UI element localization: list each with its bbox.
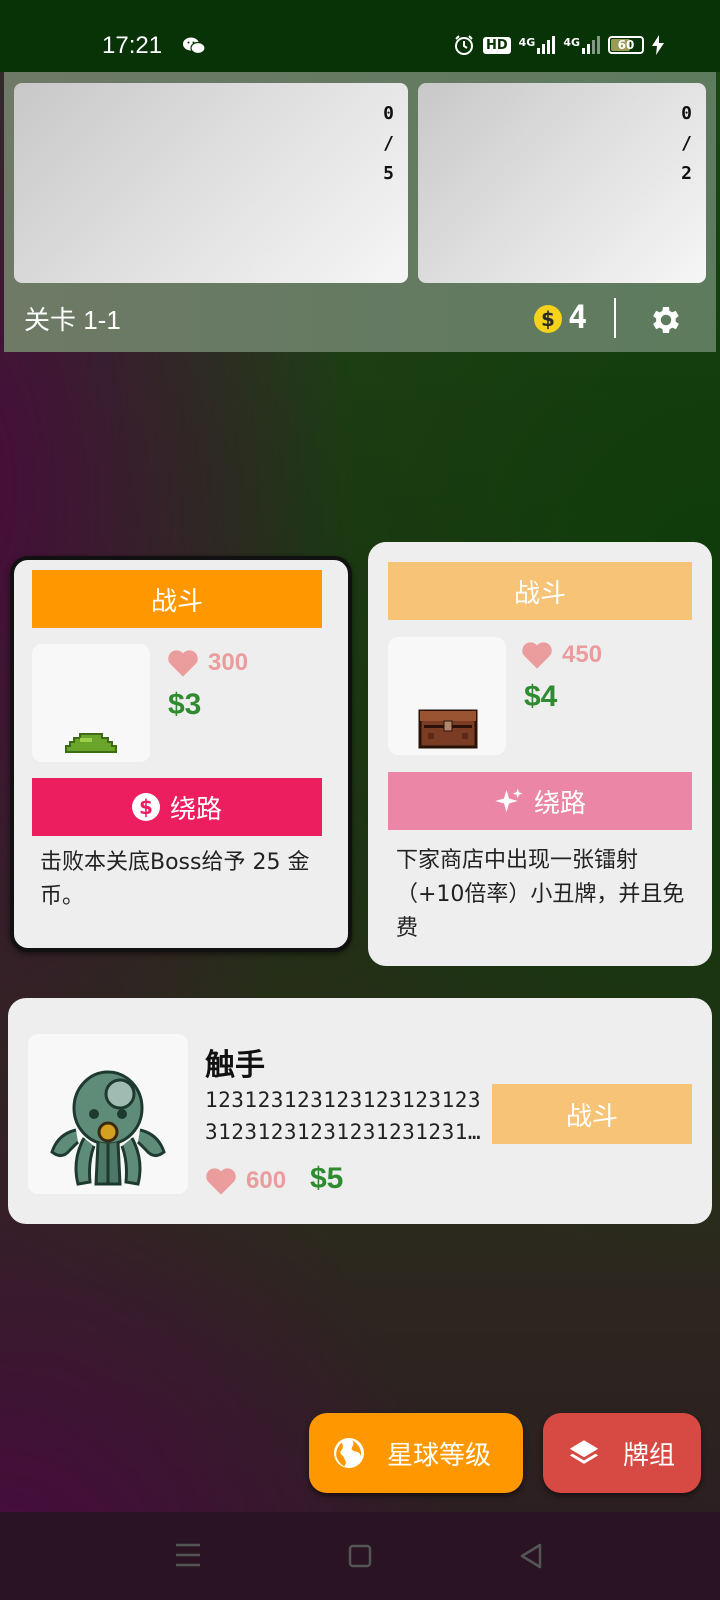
detour-label: 绕路 [533,788,586,819]
hd-icon: HD [482,36,511,54]
boss-portrait [28,1034,188,1194]
joker-slot-counter: 0 / 5 [383,105,394,183]
octopus-icon [50,1070,166,1186]
slot-separator: / [383,133,394,154]
route-card-big-blind[interactable]: 战斗 450 $4 绕路 下家商店中出现一张镭射（+10倍率）小丑牌，并且免费 [368,542,712,966]
battery-level: 60 [617,38,635,52]
hp-value: 300 [208,649,249,676]
detour-button[interactable]: 绕路 [388,772,692,830]
boss-description-line: 312312312312312312312… [205,1120,485,1144]
boss-hp: 600 [204,1166,286,1196]
planet-level-button[interactable]: 星球等级 [309,1413,523,1493]
coin-count: 4 [568,298,588,336]
reward-money: $4 [524,680,558,713]
menu-icon[interactable] [174,1542,202,1568]
slot-separator: / [681,133,692,154]
alarm-icon [454,35,473,55]
home-icon[interactable] [348,1544,372,1568]
system-nav-bar [0,1512,720,1600]
fight-button[interactable]: 战斗 [388,562,692,620]
network-type-label: 4G [518,36,536,49]
joker-slot-box[interactable]: 0 / 5 [14,83,408,283]
heart-icon [206,1168,236,1195]
detour-description: 下家商店中出现一张镭射（+10倍率）小丑牌，并且免费 [396,848,685,941]
charging-icon [652,35,664,55]
boss-fight-button[interactable]: 战斗 [492,1084,692,1144]
coin-icon: $ [534,305,562,333]
boss-description-line: 123123123123123123123 [205,1088,482,1112]
status-icons: HD 4G 4G 60 [453,34,664,56]
enemy-portrait [32,644,150,762]
sparkle-icon [495,788,523,813]
wechat-icon [183,37,206,55]
planet-level-label: 星球等级 [387,1440,492,1471]
hp-value: 600 [246,1167,287,1194]
detour-description: 击败本关底Boss给予 25 金币。 [40,850,310,909]
network-type-label: 4G [563,36,580,49]
slime-icon [65,733,117,753]
heart-icon [168,650,198,677]
reward-money: $3 [168,688,202,721]
route-card-small-blind[interactable]: 战斗 300 $3 $ 绕路 击败本关底Boss给予 25 金币。 [10,556,352,952]
boss-name: 触手 [205,1048,265,1083]
status-time: 17:21 [102,32,163,59]
slot-current: 0 [383,103,394,124]
chest-monster-icon [418,709,478,749]
back-icon[interactable] [518,1542,544,1570]
globe-icon [334,1438,364,1468]
consumable-slot-box[interactable]: 0 / 2 [418,83,706,283]
slot-total: 5 [383,163,394,184]
coin-dollar-icon: $ [131,793,160,821]
detour-button[interactable]: $ 绕路 [32,778,322,836]
signal-4g-icon: 4G [519,36,556,54]
boss-description: 123123123123123123123 312312312312312312… [205,1084,485,1148]
detour-label: 绕路 [169,794,222,825]
hp-value: 450 [562,641,603,668]
enemy-portrait [388,637,506,755]
enemy-hp: 300 [166,648,248,678]
consumable-slot-counter: 0 / 2 [681,105,692,183]
gear-icon[interactable] [648,302,684,338]
status-bar: 17:21 HD 4G 4G 60 [0,0,720,72]
deck-label: 牌组 [623,1440,676,1471]
deck-button[interactable]: 牌组 [543,1413,701,1493]
layers-icon [569,1440,599,1464]
level-label: 关卡 1-1 [24,305,121,335]
slot-current: 0 [681,103,692,124]
battery-icon: 60 [608,36,644,54]
heart-icon [522,642,552,669]
boss-reward-money: $5 [310,1162,344,1195]
fight-button[interactable]: 战斗 [32,570,322,628]
enemy-hp: 450 [520,640,602,670]
signal-4g-icon: 4G [563,36,600,54]
slot-total: 2 [681,163,692,184]
header-divider [614,298,616,338]
